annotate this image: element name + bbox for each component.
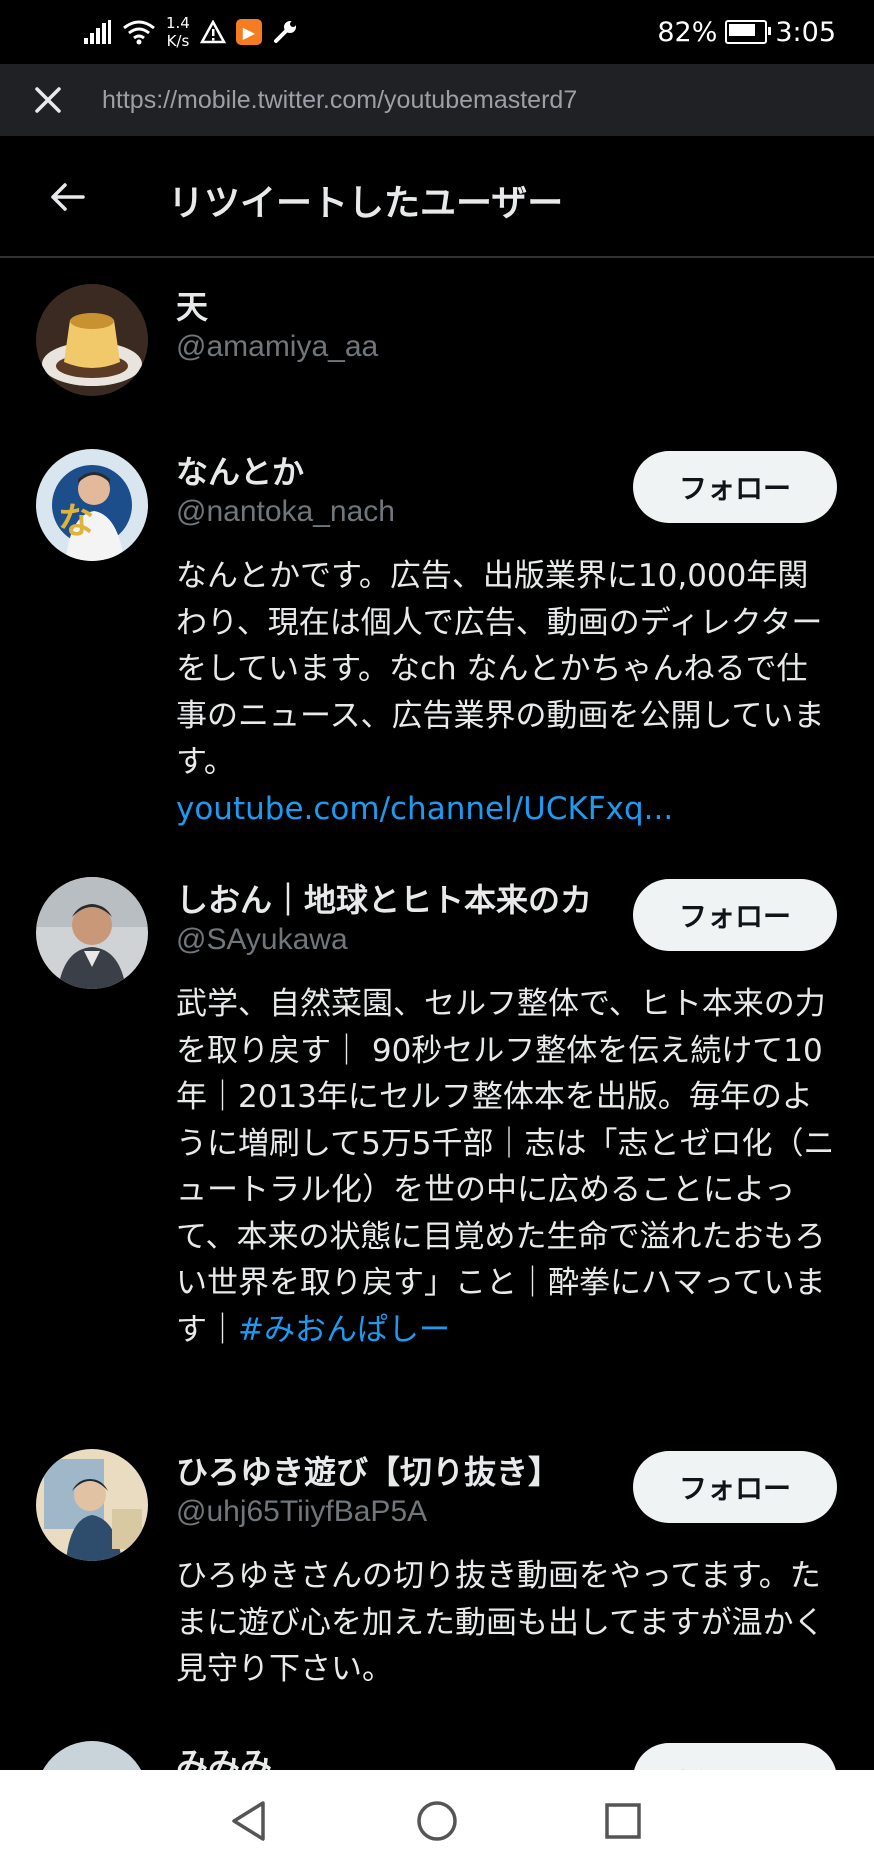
wrench-icon — [273, 21, 296, 43]
user-bio: ひろゆきさんの切り抜き動画をやってます。たまに遊び心を加えた動画も出してますが温… — [176, 1558, 825, 1687]
url-bar: https://mobile.twitter.com/youtubemaster… — [0, 64, 874, 136]
battery-icon — [725, 20, 772, 44]
avatar[interactable] — [36, 877, 148, 989]
user-name[interactable]: しおん｜地球とヒト本来のカ — [176, 875, 592, 921]
triangle-back-icon[interactable] — [226, 1798, 272, 1844]
wifi-icon — [123, 20, 155, 45]
arrow-left-icon — [51, 183, 85, 211]
user-bio-link[interactable]: youtube.com/channel/UCKFxq... — [176, 791, 673, 827]
network-speed-unit: K/s — [166, 32, 190, 50]
user-handle[interactable]: @nantoka_nach — [176, 495, 395, 529]
user-handle[interactable]: @uhj65TiiyfBaP5A — [176, 1495, 427, 1529]
user-bio: 武学、自然菜園、セルフ整体で、ヒト本来の力を取り戻す｜ 90秒セルフ整体を伝え続… — [176, 981, 836, 1353]
avatar[interactable] — [36, 1449, 148, 1561]
avatar[interactable] — [36, 1741, 148, 1770]
user-handle[interactable]: @amamiya_aa — [176, 330, 378, 364]
network-speed-value: 1.4 — [166, 14, 190, 32]
user-item[interactable]: しおん｜地球とヒト本来のカ @SAyukawa フォロー 武学、自然菜園、セルフ… — [0, 851, 874, 1423]
avatar[interactable]: な — [36, 449, 148, 561]
svg-text:な: な — [58, 501, 94, 542]
user-item[interactable]: 天 @amamiya_aa — [0, 258, 874, 423]
clock: 3:05 — [775, 16, 836, 48]
follow-button[interactable]: フォロー — [633, 451, 837, 523]
app-notification-icon: ▶ — [235, 19, 262, 45]
user-bio-text: なんとかです。広告、出版業界に10,000年関わり、現在は個人で広告、動画のディ… — [176, 558, 825, 780]
battery-percent: 82% — [657, 16, 718, 48]
close-icon[interactable] — [28, 80, 68, 120]
user-item[interactable]: な なんとか @nantoka_nach フォロー なんとかです。広告、出版業界… — [0, 423, 874, 851]
user-name[interactable]: 天 — [176, 282, 208, 328]
url-text[interactable]: https://mobile.twitter.com/youtubemaster… — [102, 86, 577, 115]
status-left: 1.4 K/s ▶ — [84, 10, 298, 54]
user-name[interactable]: ひろゆき遊び【切り抜き】 — [176, 1447, 560, 1493]
user-bio-hashtag[interactable]: #みおんぱしー — [238, 1312, 450, 1348]
square-recents-icon[interactable] — [600, 1798, 646, 1844]
circle-home-icon[interactable] — [414, 1798, 460, 1844]
follow-button[interactable]: フォロー — [633, 1743, 837, 1770]
back-button[interactable] — [44, 174, 90, 220]
status-bar: 1.4 K/s ▶ 82% 3:05 — [0, 0, 874, 64]
warning-icon — [199, 20, 226, 44]
user-name[interactable]: なんとか — [176, 447, 304, 493]
system-nav-bar — [0, 1770, 874, 1871]
user-name[interactable]: みみみ — [176, 1739, 272, 1770]
avatar[interactable] — [36, 284, 148, 396]
user-handle[interactable]: @SAyukawa — [176, 923, 348, 957]
page-title: リツイートしたユーザー — [168, 183, 564, 224]
status-right: 82% 3:05 — [657, 10, 836, 54]
user-bio: なんとかです。広告、出版業界に10,000年関わり、現在は個人で広告、動画のディ… — [176, 553, 836, 832]
page-header: リツイートしたユーザー — [0, 136, 874, 258]
user-item[interactable]: みみみ フォロー — [0, 1715, 874, 1770]
follow-button[interactable]: フォロー — [633, 1451, 837, 1523]
network-speed: 1.4 K/s — [166, 14, 190, 50]
signal-icon — [84, 20, 111, 44]
user-list: 天 @amamiya_aa な なんとか @nantoka_nach フォロー … — [0, 258, 874, 1770]
user-item[interactable]: ひろゆき遊び【切り抜き】 @uhj65TiiyfBaP5A フォロー ひろゆきさ… — [0, 1423, 874, 1715]
follow-button[interactable]: フォロー — [633, 879, 837, 951]
user-bio-text: 武学、自然菜園、セルフ整体で、ヒト本来の力を取り戻す｜ 90秒セルフ整体を伝え続… — [176, 986, 835, 1348]
